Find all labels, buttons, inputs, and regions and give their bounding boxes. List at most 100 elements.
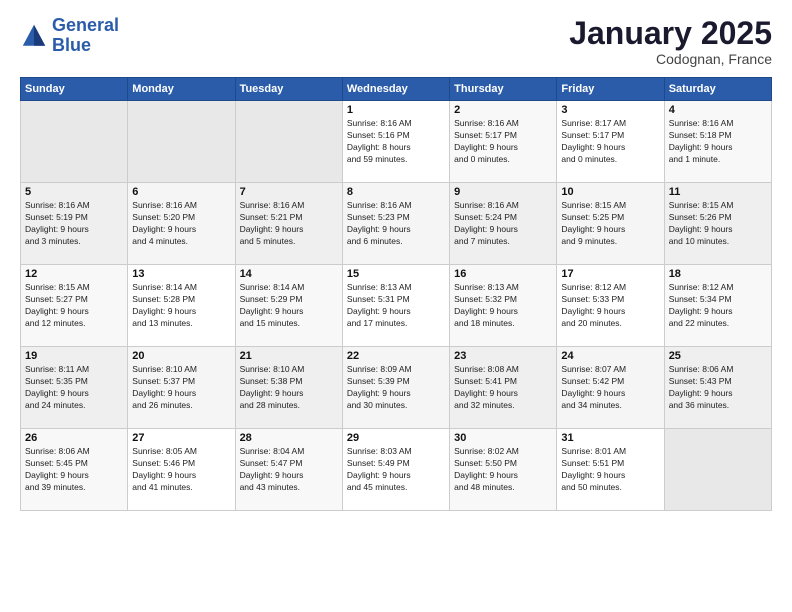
calendar-cell: 12Sunrise: 8:15 AMSunset: 5:27 PMDayligh… [21, 265, 128, 347]
calendar-cell: 27 Sunrise: 8:05 AMSunset: 5:46 PMDayligh… [128, 429, 235, 511]
day-info: Sunrise: 8:16 AMSunset: 5:20 PMDaylight:… [132, 200, 230, 248]
calendar-cell: 19Sunrise: 8:11 AMSunset: 5:35 PMDayligh… [21, 347, 128, 429]
calendar-cell [235, 101, 342, 183]
day-number: 4 [669, 104, 767, 116]
day-number: 2 [454, 104, 552, 116]
header: General Blue January 2025 Codognan, Fran… [20, 16, 772, 67]
day-number: 25 [669, 350, 767, 362]
day-number: 17 [561, 268, 659, 280]
day-info: Sunrise: 8:16 AMSunset: 5:17 PMDaylight:… [454, 118, 552, 166]
day-info: Sunrise: 8:14 AMSunset: 5:29 PMDaylight:… [240, 282, 338, 330]
calendar-cell: 11Sunrise: 8:15 AMSunset: 5:26 PMDayligh… [664, 183, 771, 265]
col-wednesday: Wednesday [342, 78, 449, 101]
calendar-cell: 16 Sunrise: 8:13 AMSunset: 5:32 PMDayligh… [450, 265, 557, 347]
day-info: Sunrise: 8:10 AMSunset: 5:37 PMDaylight:… [132, 364, 230, 412]
location: Codognan, France [569, 51, 772, 67]
calendar-cell: 2 Sunrise: 8:16 AMSunset: 5:17 PMDaylight… [450, 101, 557, 183]
day-number: 22 [347, 350, 445, 362]
day-info: Sunrise: 8:04 AMSunset: 5:47 PMDaylight:… [240, 446, 338, 494]
day-info: Sunrise: 8:12 AMSunset: 5:33 PMDaylight:… [561, 282, 659, 330]
calendar-cell: 17 Sunrise: 8:12 AMSunset: 5:33 PMDayligh… [557, 265, 664, 347]
day-number: 16 [454, 268, 552, 280]
day-number: 7 [240, 186, 338, 198]
calendar-cell: 22Sunrise: 8:09 AMSunset: 5:39 PMDayligh… [342, 347, 449, 429]
day-info: Sunrise: 8:01 AMSunset: 5:51 PMDaylight:… [561, 446, 659, 494]
day-info: Sunrise: 8:16 AMSunset: 5:23 PMDaylight:… [347, 200, 445, 248]
day-info: Sunrise: 8:07 AMSunset: 5:42 PMDaylight:… [561, 364, 659, 412]
col-saturday: Saturday [664, 78, 771, 101]
col-monday: Monday [128, 78, 235, 101]
col-tuesday: Tuesday [235, 78, 342, 101]
day-number: 13 [132, 268, 230, 280]
calendar-cell: 21 Sunrise: 8:10 AMSunset: 5:38 PMDayligh… [235, 347, 342, 429]
week-row: 5 Sunrise: 8:16 AMSunset: 5:19 PMDaylight… [21, 183, 772, 265]
calendar-cell: 4 Sunrise: 8:16 AMSunset: 5:18 PMDaylight… [664, 101, 771, 183]
week-row: 12Sunrise: 8:15 AMSunset: 5:27 PMDayligh… [21, 265, 772, 347]
calendar-cell [664, 429, 771, 511]
day-info: Sunrise: 8:10 AMSunset: 5:38 PMDaylight:… [240, 364, 338, 412]
calendar-cell: 23Sunrise: 8:08 AMSunset: 5:41 PMDayligh… [450, 347, 557, 429]
day-info: Sunrise: 8:06 AMSunset: 5:45 PMDaylight:… [25, 446, 123, 494]
calendar-cell: 3 Sunrise: 8:17 AMSunset: 5:17 PMDaylight… [557, 101, 664, 183]
day-info: Sunrise: 8:14 AMSunset: 5:28 PMDaylight:… [132, 282, 230, 330]
calendar-cell: 15Sunrise: 8:13 AMSunset: 5:31 PMDayligh… [342, 265, 449, 347]
day-number: 18 [669, 268, 767, 280]
day-info: Sunrise: 8:02 AMSunset: 5:50 PMDaylight:… [454, 446, 552, 494]
day-info: Sunrise: 8:13 AMSunset: 5:31 PMDaylight:… [347, 282, 445, 330]
day-number: 27 [132, 432, 230, 444]
day-number: 30 [454, 432, 552, 444]
day-info: Sunrise: 8:16 AMSunset: 5:16 PMDaylight:… [347, 118, 445, 166]
calendar-cell: 24 Sunrise: 8:07 AMSunset: 5:42 PMDayligh… [557, 347, 664, 429]
day-number: 1 [347, 104, 445, 116]
day-number: 5 [25, 186, 123, 198]
calendar-cell [128, 101, 235, 183]
calendar-cell: 13 Sunrise: 8:14 AMSunset: 5:28 PMDayligh… [128, 265, 235, 347]
month-title: January 2025 [569, 16, 772, 51]
calendar-cell: 5 Sunrise: 8:16 AMSunset: 5:19 PMDaylight… [21, 183, 128, 265]
day-number: 29 [347, 432, 445, 444]
day-info: Sunrise: 8:11 AMSunset: 5:35 PMDaylight:… [25, 364, 123, 412]
calendar-cell: 6Sunrise: 8:16 AMSunset: 5:20 PMDaylight… [128, 183, 235, 265]
week-row: 19Sunrise: 8:11 AMSunset: 5:35 PMDayligh… [21, 347, 772, 429]
day-info: Sunrise: 8:03 AMSunset: 5:49 PMDaylight:… [347, 446, 445, 494]
col-thursday: Thursday [450, 78, 557, 101]
calendar-cell: 10Sunrise: 8:15 AMSunset: 5:25 PMDayligh… [557, 183, 664, 265]
day-info: Sunrise: 8:17 AMSunset: 5:17 PMDaylight:… [561, 118, 659, 166]
day-number: 21 [240, 350, 338, 362]
day-info: Sunrise: 8:12 AMSunset: 5:34 PMDaylight:… [669, 282, 767, 330]
day-info: Sunrise: 8:16 AMSunset: 5:18 PMDaylight:… [669, 118, 767, 166]
logo-text: General Blue [52, 16, 119, 56]
day-info: Sunrise: 8:15 AMSunset: 5:26 PMDaylight:… [669, 200, 767, 248]
day-info: Sunrise: 8:16 AMSunset: 5:21 PMDaylight:… [240, 200, 338, 248]
day-number: 10 [561, 186, 659, 198]
calendar-cell: 9Sunrise: 8:16 AMSunset: 5:24 PMDaylight… [450, 183, 557, 265]
calendar-cell [21, 101, 128, 183]
logo-general: General [52, 15, 119, 35]
day-number: 8 [347, 186, 445, 198]
calendar-cell: 14 Sunrise: 8:14 AMSunset: 5:29 PMDayligh… [235, 265, 342, 347]
day-number: 20 [132, 350, 230, 362]
week-row: 1 Sunrise: 8:16 AMSunset: 5:16 PMDaylight… [21, 101, 772, 183]
calendar-cell: 31Sunrise: 8:01 AMSunset: 5:51 PMDayligh… [557, 429, 664, 511]
day-info: Sunrise: 8:15 AMSunset: 5:27 PMDaylight:… [25, 282, 123, 330]
calendar-cell: 1 Sunrise: 8:16 AMSunset: 5:16 PMDaylight… [342, 101, 449, 183]
calendar-cell: 18 Sunrise: 8:12 AMSunset: 5:34 PMDayligh… [664, 265, 771, 347]
calendar-cell: 26Sunrise: 8:06 AMSunset: 5:45 PMDayligh… [21, 429, 128, 511]
header-row: Sunday Monday Tuesday Wednesday Thursday… [21, 78, 772, 101]
day-number: 3 [561, 104, 659, 116]
calendar-cell: 25Sunrise: 8:06 AMSunset: 5:43 PMDayligh… [664, 347, 771, 429]
day-number: 24 [561, 350, 659, 362]
day-number: 28 [240, 432, 338, 444]
calendar-cell: 30 Sunrise: 8:02 AMSunset: 5:50 PMDayligh… [450, 429, 557, 511]
day-info: Sunrise: 8:16 AMSunset: 5:24 PMDaylight:… [454, 200, 552, 248]
day-number: 14 [240, 268, 338, 280]
col-sunday: Sunday [21, 78, 128, 101]
calendar-cell: 7 Sunrise: 8:16 AMSunset: 5:21 PMDaylight… [235, 183, 342, 265]
day-info: Sunrise: 8:05 AMSunset: 5:46 PMDaylight:… [132, 446, 230, 494]
calendar-cell: 8 Sunrise: 8:16 AMSunset: 5:23 PMDaylight… [342, 183, 449, 265]
logo-blue: Blue [52, 35, 91, 55]
col-friday: Friday [557, 78, 664, 101]
calendar-cell: 28 Sunrise: 8:04 AMSunset: 5:47 PMDayligh… [235, 429, 342, 511]
day-info: Sunrise: 8:16 AMSunset: 5:19 PMDaylight:… [25, 200, 123, 248]
day-info: Sunrise: 8:13 AMSunset: 5:32 PMDaylight:… [454, 282, 552, 330]
